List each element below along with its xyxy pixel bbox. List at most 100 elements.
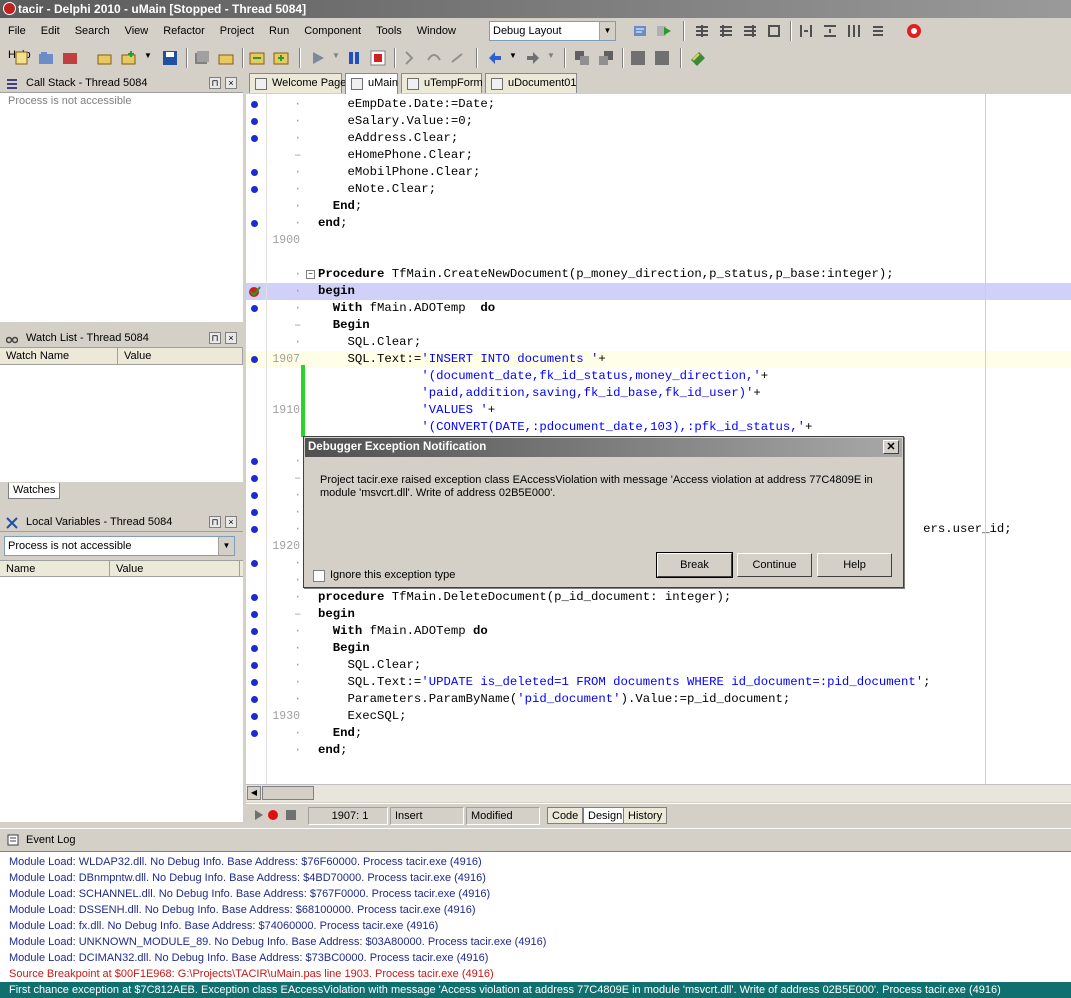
save-icon[interactable] bbox=[162, 50, 178, 66]
chevron-down-icon[interactable]: ▼ bbox=[218, 537, 234, 555]
tab-history[interactable]: History bbox=[623, 807, 668, 824]
close-icon[interactable]: × bbox=[225, 332, 237, 344]
column-header-value[interactable]: Value bbox=[110, 561, 240, 576]
event-log-entry[interactable]: First chance exception at $7C812AEB. Exc… bbox=[0, 982, 1071, 998]
code-line[interactable]: – Begin bbox=[246, 317, 1071, 334]
pin-icon[interactable]: ⊓ bbox=[209, 332, 221, 344]
menu-tools[interactable]: Tools bbox=[368, 19, 409, 43]
breakpoint-dot-icon[interactable] bbox=[251, 594, 258, 601]
menu-view[interactable]: View bbox=[117, 19, 156, 43]
component-icon[interactable] bbox=[574, 50, 590, 66]
bring-front-icon[interactable] bbox=[630, 50, 646, 66]
forward-icon[interactable] bbox=[525, 50, 541, 66]
column-header-watch-name[interactable]: Watch Name bbox=[0, 348, 118, 364]
scroll-thumb[interactable] bbox=[262, 786, 314, 800]
code-line[interactable]: · Parameters.ParamByName('pid_document')… bbox=[246, 691, 1071, 708]
chevron-down-icon[interactable]: ▼ bbox=[599, 22, 615, 40]
menu-refactor[interactable]: Refactor bbox=[155, 19, 212, 43]
code-line[interactable]: · procedure TfMain.DeleteDocument(p_id_do… bbox=[246, 589, 1071, 606]
spacing-icon[interactable] bbox=[822, 23, 838, 39]
event-log-entry[interactable]: Module Load: DCIMAN32.dll. No Debug Info… bbox=[0, 950, 1071, 966]
help-button[interactable]: Help bbox=[817, 553, 892, 577]
run-to-cursor-icon[interactable] bbox=[656, 23, 672, 39]
horizontal-scrollbar[interactable]: ◀ bbox=[246, 784, 1071, 802]
event-log-list[interactable]: Module Load: WLDAP32.dll. No Debug Info.… bbox=[0, 851, 1071, 998]
menu-project[interactable]: Project bbox=[212, 19, 261, 43]
breakpoint-checked-icon[interactable] bbox=[248, 285, 262, 299]
code-line[interactable]: '(CONVERT(DATE,:pdocument_date,103),:pfk… bbox=[246, 419, 1071, 436]
tab-design[interactable]: Design bbox=[583, 807, 628, 824]
code-line[interactable]: · eEmpDate.Date:=Date; bbox=[246, 96, 1071, 113]
break-button[interactable]: Break bbox=[656, 552, 733, 578]
fold-toggle-icon[interactable]: − bbox=[306, 270, 315, 279]
breakpoint-dot-icon[interactable] bbox=[251, 645, 258, 652]
menu-edit[interactable]: Edit bbox=[33, 19, 67, 43]
open-file-icon[interactable] bbox=[97, 50, 113, 66]
call-stack-list[interactable]: Process is not accessible bbox=[0, 93, 243, 322]
ignore-exception-checkbox[interactable] bbox=[313, 570, 325, 582]
tab-utempform[interactable]: uTempForm bbox=[401, 73, 483, 93]
local-variables-body[interactable] bbox=[0, 577, 243, 822]
code-line[interactable]: · eNote.Clear; bbox=[246, 181, 1071, 198]
breakpoint-dot-icon[interactable] bbox=[251, 526, 258, 533]
breakpoint-dot-icon[interactable] bbox=[251, 509, 258, 516]
tab-watches[interactable]: Watches bbox=[8, 483, 61, 499]
stop-macro-icon[interactable] bbox=[286, 810, 296, 820]
event-log-entry[interactable]: Source Breakpoint at $00F1E968: G:\Proje… bbox=[0, 966, 1071, 982]
close-icon[interactable]: × bbox=[225, 516, 237, 528]
align-icon[interactable] bbox=[766, 23, 782, 39]
component-icon[interactable] bbox=[598, 50, 614, 66]
chevron-down-icon[interactable]: ▼ bbox=[547, 51, 555, 60]
breakpoint-dot-icon[interactable] bbox=[251, 713, 258, 720]
chevron-down-icon[interactable]: ▼ bbox=[332, 51, 340, 60]
event-log-entry[interactable]: Module Load: UNKNOWN_MODULE_89. No Debug… bbox=[0, 934, 1071, 950]
tab-code[interactable]: Code bbox=[547, 807, 584, 824]
send-back-icon[interactable] bbox=[654, 50, 670, 66]
breakpoint-dot-icon[interactable] bbox=[251, 628, 258, 635]
add-file-icon[interactable] bbox=[121, 50, 137, 66]
breakpoint-dot-icon[interactable] bbox=[251, 696, 258, 703]
align-icon[interactable] bbox=[742, 23, 758, 39]
code-line[interactable]: · SQL.Clear; bbox=[246, 657, 1071, 674]
menu-window[interactable]: Window bbox=[409, 19, 463, 43]
code-line[interactable]: 1907 SQL.Text:='INSERT INTO documents '+ bbox=[246, 351, 1071, 368]
code-line[interactable]: · end; bbox=[246, 742, 1071, 759]
breakpoint-dot-icon[interactable] bbox=[251, 356, 258, 363]
run-until-return-icon[interactable] bbox=[450, 50, 466, 66]
record-macro-icon[interactable] bbox=[268, 810, 278, 820]
menu-search[interactable]: Search bbox=[67, 19, 117, 43]
breakpoint-dot-icon[interactable] bbox=[251, 186, 258, 193]
code-line[interactable]: – eHomePhone.Clear; bbox=[246, 147, 1071, 164]
code-line[interactable]: · − Procedure TfMain.CreateNewDocument(p_m… bbox=[246, 266, 1071, 283]
run-icon[interactable] bbox=[310, 50, 326, 66]
toggle-form-icon[interactable] bbox=[249, 50, 265, 66]
event-log-entry[interactable]: Module Load: SCHANNEL.dll. No Debug Info… bbox=[0, 886, 1071, 902]
event-log-entry[interactable]: Module Load: DSSENH.dll. No Debug Info. … bbox=[0, 902, 1071, 918]
book-icon[interactable] bbox=[690, 50, 706, 66]
new-icon[interactable] bbox=[14, 50, 30, 66]
trace-into-icon[interactable] bbox=[402, 50, 418, 66]
back-icon[interactable] bbox=[487, 50, 503, 66]
breakpoint-dot-icon[interactable] bbox=[251, 730, 258, 737]
spacing-icon[interactable] bbox=[798, 23, 814, 39]
breakpoint-dot-icon[interactable] bbox=[251, 560, 258, 567]
open-folder-icon[interactable] bbox=[218, 50, 234, 66]
tab-welcome-page[interactable]: Welcome Page bbox=[249, 73, 346, 93]
code-line[interactable] bbox=[246, 249, 1071, 266]
chevron-down-icon[interactable]: ▼ bbox=[509, 51, 517, 60]
breakpoint-dot-icon[interactable] bbox=[251, 169, 258, 176]
event-log-entry[interactable]: Module Load: DBnmpntw.dll. No Debug Info… bbox=[0, 870, 1071, 886]
breakpoint-dot-icon[interactable] bbox=[251, 118, 258, 125]
pin-icon[interactable]: ⊓ bbox=[209, 516, 221, 528]
breakpoint-dot-icon[interactable] bbox=[251, 101, 258, 108]
menu-component[interactable]: Component bbox=[296, 19, 368, 43]
code-line[interactable]: · SQL.Text:='UPDATE is_deleted=1 FROM do… bbox=[246, 674, 1071, 691]
code-line[interactable]: 1930 ExecSQL; bbox=[246, 708, 1071, 725]
breakpoint-dot-icon[interactable] bbox=[251, 305, 258, 312]
menu-file[interactable]: File bbox=[0, 19, 33, 43]
watch-list-body[interactable] bbox=[0, 365, 243, 482]
code-line[interactable]: · eSalary.Value:=0; bbox=[246, 113, 1071, 130]
code-line[interactable]: · SQL.Clear; bbox=[246, 334, 1071, 351]
view-unit-icon[interactable] bbox=[273, 50, 289, 66]
breakpoint-dot-icon[interactable] bbox=[251, 679, 258, 686]
